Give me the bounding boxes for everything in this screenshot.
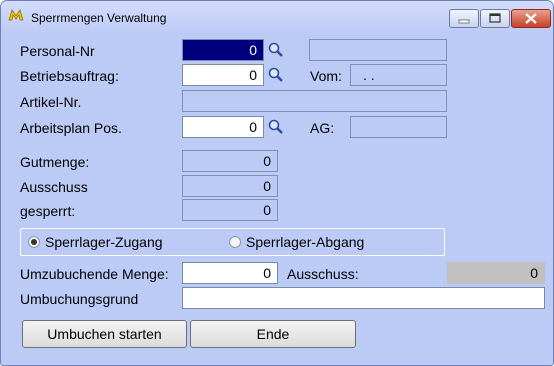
sperrlager-zugang-label[interactable]: Sperrlager-Zugang <box>45 234 163 250</box>
sperrlager-abgang-label[interactable]: Sperrlager-Abgang <box>246 234 364 250</box>
minimize-icon <box>458 19 470 24</box>
main-window: Sperrmengen Verwaltung Personal-Nr 0 Bet… <box>0 0 554 366</box>
artikel-nr-display <box>182 90 447 112</box>
gutmenge-label: Gutmenge: <box>20 154 90 170</box>
search-icon[interactable] <box>267 118 285 136</box>
ende-label: Ende <box>256 326 290 342</box>
gesperrt-display: 0 <box>182 199 278 221</box>
close-button[interactable] <box>511 9 551 28</box>
ausschuss-label: Ausschuss <box>20 179 88 195</box>
sperrlager-zugang-radio[interactable] <box>28 236 40 248</box>
radio-selected-dot <box>31 239 37 245</box>
umbuchungsgrund-input[interactable] <box>182 287 545 309</box>
arbeitsplan-pos-label: Arbeitsplan Pos. <box>20 120 122 136</box>
title-bar[interactable]: Sperrmengen Verwaltung <box>1 1 553 33</box>
ende-button[interactable]: Ende <box>190 320 356 348</box>
umbuchen-starten-label: Umbuchen starten <box>47 326 162 342</box>
personal-nr-input[interactable]: 0 <box>182 39 264 61</box>
personal-nr-label: Personal-Nr <box>20 43 95 59</box>
arbeitsplan-pos-input[interactable]: 0 <box>182 116 264 138</box>
app-logo-icon <box>8 9 24 21</box>
vom-label: Vom: <box>310 68 342 84</box>
gutmenge-display: 0 <box>182 150 278 172</box>
artikel-nr-label: Artikel-Nr. <box>20 94 82 110</box>
umbuchungsgrund-label: Umbuchungsgrund <box>20 291 139 307</box>
ag-display <box>350 116 447 138</box>
umbuchen-starten-button[interactable]: Umbuchen starten <box>22 320 187 348</box>
personal-name-display <box>309 39 447 61</box>
ausschuss-display: 0 <box>182 175 278 197</box>
lager-radio-group: Sperrlager-Zugang Sperrlager-Abgang <box>20 228 445 256</box>
betriebsauftrag-input[interactable]: 0 <box>182 64 264 86</box>
gesperrt-label: gesperrt: <box>20 203 76 219</box>
close-icon <box>525 13 537 24</box>
minimize-button[interactable] <box>449 9 479 28</box>
search-icon[interactable] <box>267 66 285 84</box>
vom-date-display: . . <box>350 64 447 86</box>
umzubuchende-menge-label: Umzubuchende Menge: <box>20 266 169 282</box>
maximize-button[interactable] <box>480 9 510 28</box>
sperrlager-abgang-radio[interactable] <box>229 236 241 248</box>
betriebsauftrag-label: Betriebsauftrag: <box>20 68 119 84</box>
ausschuss-menge-display: 0 <box>447 262 545 284</box>
ag-label: AG: <box>310 120 335 136</box>
window-title: Sperrmengen Verwaltung <box>31 11 167 25</box>
ausschuss-menge-label: Ausschuss: <box>287 266 359 282</box>
maximize-icon <box>489 13 501 23</box>
search-icon[interactable] <box>267 41 285 59</box>
umzubuchende-menge-input[interactable]: 0 <box>182 262 278 284</box>
